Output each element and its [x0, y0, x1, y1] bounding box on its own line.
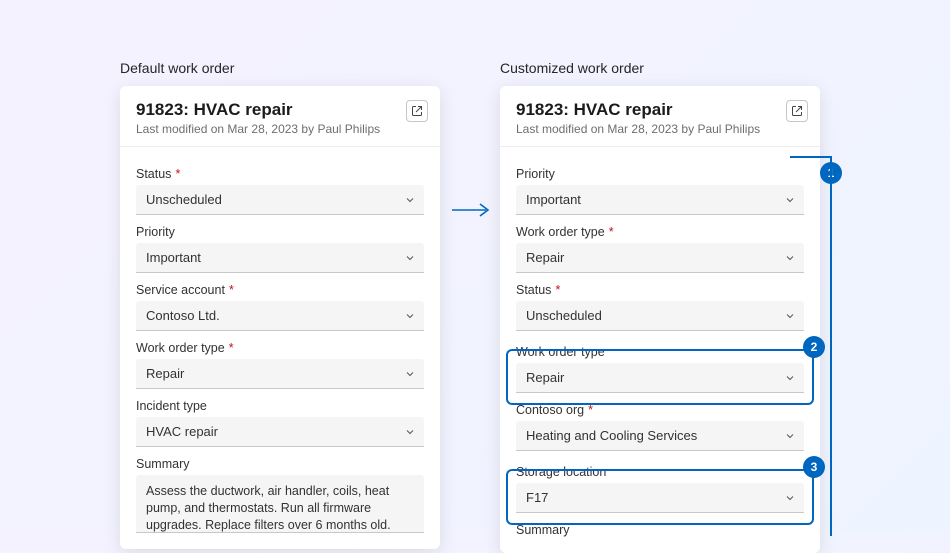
label-storage-location: Storage location [516, 465, 804, 479]
select-work-order-type[interactable]: Repair [136, 359, 424, 389]
card-header: 91823: HVAC repair Last modified on Mar … [120, 86, 440, 147]
label-incident-type: Incident type [136, 399, 424, 413]
chevron-down-icon [404, 252, 416, 264]
label-contoso-org: Contoso org * [516, 403, 804, 417]
arrow-icon [450, 200, 492, 220]
label-priority: Priority [136, 225, 424, 239]
label-work-order-type: Work order type * [136, 341, 424, 355]
chevron-down-icon [784, 252, 796, 264]
select-value: Contoso Ltd. [146, 308, 220, 323]
column-title-customized: Customized work order [500, 60, 820, 76]
label-status: Status * [136, 167, 424, 181]
select-value: Heating and Cooling Services [526, 428, 697, 443]
select-value: Important [526, 192, 581, 207]
callout-line-1-vertical [830, 156, 832, 536]
chevron-down-icon [404, 368, 416, 380]
select-service-account[interactable]: Contoso Ltd. [136, 301, 424, 331]
chevron-down-icon [404, 194, 416, 206]
select-value: Important [146, 250, 201, 265]
select-value: Repair [526, 250, 564, 265]
label-summary: Summary [516, 523, 804, 537]
label-status: Status * [516, 283, 804, 297]
popout-button[interactable] [786, 100, 808, 122]
card-title: 91823: HVAC repair [136, 100, 424, 120]
required-asterisk: * [229, 341, 234, 355]
chevron-down-icon [784, 310, 796, 322]
required-asterisk: * [609, 225, 614, 239]
card-subtitle: Last modified on Mar 28, 2023 by Paul Ph… [136, 122, 424, 136]
select-value: Unscheduled [526, 308, 602, 323]
chevron-down-icon [784, 492, 796, 504]
label-service-account: Service account * [136, 283, 424, 297]
select-value: F17 [526, 490, 548, 505]
select-status[interactable]: Unscheduled [516, 301, 804, 331]
chevron-down-icon [784, 194, 796, 206]
required-asterisk: * [175, 167, 180, 181]
select-priority[interactable]: Important [516, 185, 804, 215]
select-work-order-type[interactable]: Repair [516, 243, 804, 273]
required-asterisk: * [229, 283, 234, 297]
card-customized: 91823: HVAC repair Last modified on Mar … [500, 86, 820, 553]
select-storage-location[interactable]: F17 [516, 483, 804, 513]
label-summary: Summary [136, 457, 424, 471]
select-value: HVAC repair [146, 424, 218, 439]
popout-button[interactable] [406, 100, 428, 122]
select-status[interactable]: Unscheduled [136, 185, 424, 215]
card-title: 91823: HVAC repair [516, 100, 804, 120]
card-default: 91823: HVAC repair Last modified on Mar … [120, 86, 440, 549]
select-work-order-type-2[interactable]: Repair [516, 363, 804, 393]
select-value: Repair [146, 366, 184, 381]
chevron-down-icon [404, 310, 416, 322]
chevron-down-icon [784, 430, 796, 442]
select-value: Repair [526, 370, 564, 385]
column-title-default: Default work order [120, 60, 440, 76]
chevron-down-icon [784, 372, 796, 384]
select-priority[interactable]: Important [136, 243, 424, 273]
required-asterisk: * [588, 403, 593, 417]
label-priority: Priority [516, 167, 804, 181]
label-work-order-type: Work order type * [516, 225, 804, 239]
popout-icon [411, 105, 423, 117]
chevron-down-icon [404, 426, 416, 438]
select-incident-type[interactable]: HVAC repair [136, 417, 424, 447]
label-work-order-type-2: Work order type [516, 345, 804, 359]
callout-badge-1: 1 [820, 162, 842, 184]
popout-icon [791, 105, 803, 117]
select-value: Unscheduled [146, 192, 222, 207]
card-subtitle: Last modified on Mar 28, 2023 by Paul Ph… [516, 122, 804, 136]
required-asterisk: * [555, 283, 560, 297]
select-contoso-org[interactable]: Heating and Cooling Services [516, 421, 804, 451]
textarea-summary[interactable]: Assess the ductwork, air handler, coils,… [136, 475, 424, 533]
card-header: 91823: HVAC repair Last modified on Mar … [500, 86, 820, 147]
